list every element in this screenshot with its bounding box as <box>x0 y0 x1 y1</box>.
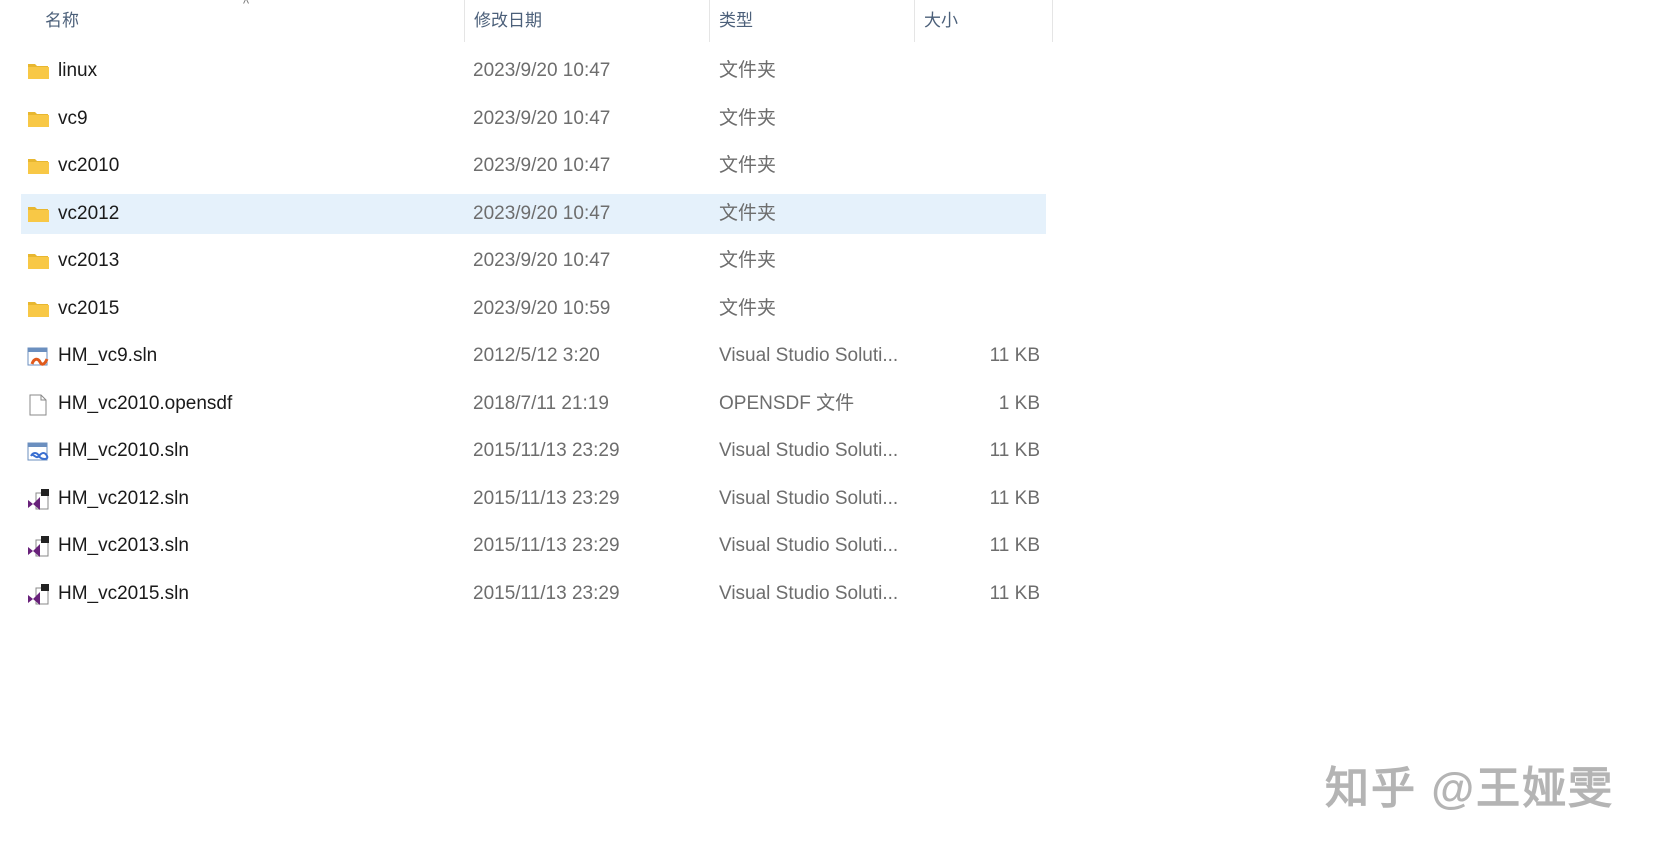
file-size: 1 KB <box>998 392 1040 414</box>
vs-solution-icon <box>27 583 49 605</box>
file-row[interactable]: vc9 2023/9/20 10:47 文件夹 <box>21 99 1046 139</box>
file-type: 文件夹 <box>719 107 777 129</box>
file-date: 2015/11/13 23:29 <box>473 440 620 461</box>
file-date: 2012/5/12 3:20 <box>473 345 600 366</box>
file-type: Visual Studio Soluti... <box>719 582 899 604</box>
folder-icon <box>27 61 49 81</box>
file-name: vc2013 <box>58 250 120 271</box>
vs-solution-icon <box>27 536 49 557</box>
file-name: HM_vc2010.opensdf <box>58 392 233 414</box>
file-type: Visual Studio Soluti... <box>719 440 899 461</box>
file-date: 2023/9/20 10:47 <box>473 202 611 224</box>
file-date: 2018/7/11 21:19 <box>473 392 609 414</box>
file-name: HM_vc2013.sln <box>58 535 189 556</box>
vs-solution-icon <box>27 488 49 510</box>
file-size: 11 KB <box>989 345 1040 366</box>
file-type: Visual Studio Soluti... <box>719 487 899 509</box>
column-type-header[interactable]: 类型 <box>719 0 753 42</box>
file-row[interactable]: HM_vc2012.sln 2015/11/13 23:29 Visual Stud… <box>21 479 1046 519</box>
file-type: 文件夹 <box>719 297 777 319</box>
file-name: HM_vc2015.sln <box>58 582 189 604</box>
file-name: vc2015 <box>58 297 120 319</box>
watermark: 知乎 @王娅雯 <box>1325 764 1615 813</box>
file-date: 2015/11/13 23:29 <box>473 487 620 509</box>
file-name: vc2012 <box>58 202 120 224</box>
column-header: 名称 ^ 修改日期 类型 大小 <box>0 0 1053 42</box>
file-name: HM_vc9.sln <box>58 345 158 366</box>
file-name: HM_vc2012.sln <box>58 487 189 509</box>
column-divider[interactable] <box>914 0 915 42</box>
column-date-header[interactable]: 修改日期 <box>474 0 542 42</box>
file-type: 文件夹 <box>719 202 777 224</box>
file-type: 文件夹 <box>719 60 777 81</box>
file-date: 2015/11/13 23:29 <box>473 535 620 556</box>
file-name: vc9 <box>58 107 88 129</box>
column-divider[interactable] <box>464 0 465 42</box>
file-date: 2023/9/20 10:47 <box>473 107 611 129</box>
file-icon <box>27 394 49 415</box>
vs2010-solution-icon <box>27 441 49 461</box>
folder-icon <box>27 156 49 176</box>
file-date: 2023/9/20 10:47 <box>473 155 611 176</box>
file-row[interactable]: vc2013 2023/9/20 10:47 文件夹 <box>21 241 1046 281</box>
file-name: HM_vc2010.sln <box>58 440 189 461</box>
file-row[interactable]: HM_vc2010.opensdf 2018/7/11 21:19 OPENSDF … <box>21 384 1046 424</box>
file-row[interactable]: vc2015 2023/9/20 10:59 文件夹 <box>21 289 1046 329</box>
vs2008-solution-icon <box>27 346 49 366</box>
column-divider[interactable] <box>709 0 710 42</box>
file-type: Visual Studio Soluti... <box>719 345 899 366</box>
file-row[interactable]: HM_vc2013.sln 2015/11/13 23:29 Visual Stud… <box>21 526 1046 566</box>
file-row[interactable]: HM_vc2015.sln 2015/11/13 23:29 Visual Stud… <box>21 574 1046 614</box>
column-divider[interactable] <box>1052 0 1053 42</box>
file-date: 2015/11/13 23:29 <box>473 582 620 604</box>
column-size-header[interactable]: 大小 <box>924 0 958 42</box>
file-type: 文件夹 <box>719 155 777 176</box>
file-name: linux <box>58 60 98 81</box>
folder-icon <box>27 299 49 319</box>
column-name-header[interactable]: 名称 <box>45 0 79 42</box>
file-size: 11 KB <box>989 440 1040 461</box>
file-name: vc2010 <box>58 155 120 176</box>
file-date: 2023/9/20 10:47 <box>473 60 611 81</box>
file-type: OPENSDF 文件 <box>719 392 855 414</box>
file-date: 2023/9/20 10:47 <box>473 250 611 271</box>
file-size: 11 KB <box>989 535 1040 556</box>
file-size: 11 KB <box>989 487 1040 509</box>
file-row[interactable]: linux 2023/9/20 10:47 文件夹 <box>21 51 1046 91</box>
sort-ascending-icon: ^ <box>243 0 250 11</box>
file-row[interactable]: vc2010 2023/9/20 10:47 文件夹 <box>21 146 1046 186</box>
folder-icon <box>27 109 49 129</box>
folder-icon <box>27 204 49 224</box>
file-date: 2023/9/20 10:59 <box>473 297 611 319</box>
file-type: 文件夹 <box>719 250 777 271</box>
file-type: Visual Studio Soluti... <box>719 535 899 556</box>
file-row[interactable]: HM_vc9.sln 2012/5/12 3:20 Visual Studio So… <box>21 336 1046 376</box>
file-size: 11 KB <box>989 582 1040 604</box>
file-row[interactable]: vc2012 2023/9/20 10:47 文件夹 <box>21 193 1046 234</box>
folder-icon <box>27 251 49 271</box>
file-row[interactable]: HM_vc2010.sln 2015/11/13 23:29 Visual Stud… <box>21 431 1046 471</box>
